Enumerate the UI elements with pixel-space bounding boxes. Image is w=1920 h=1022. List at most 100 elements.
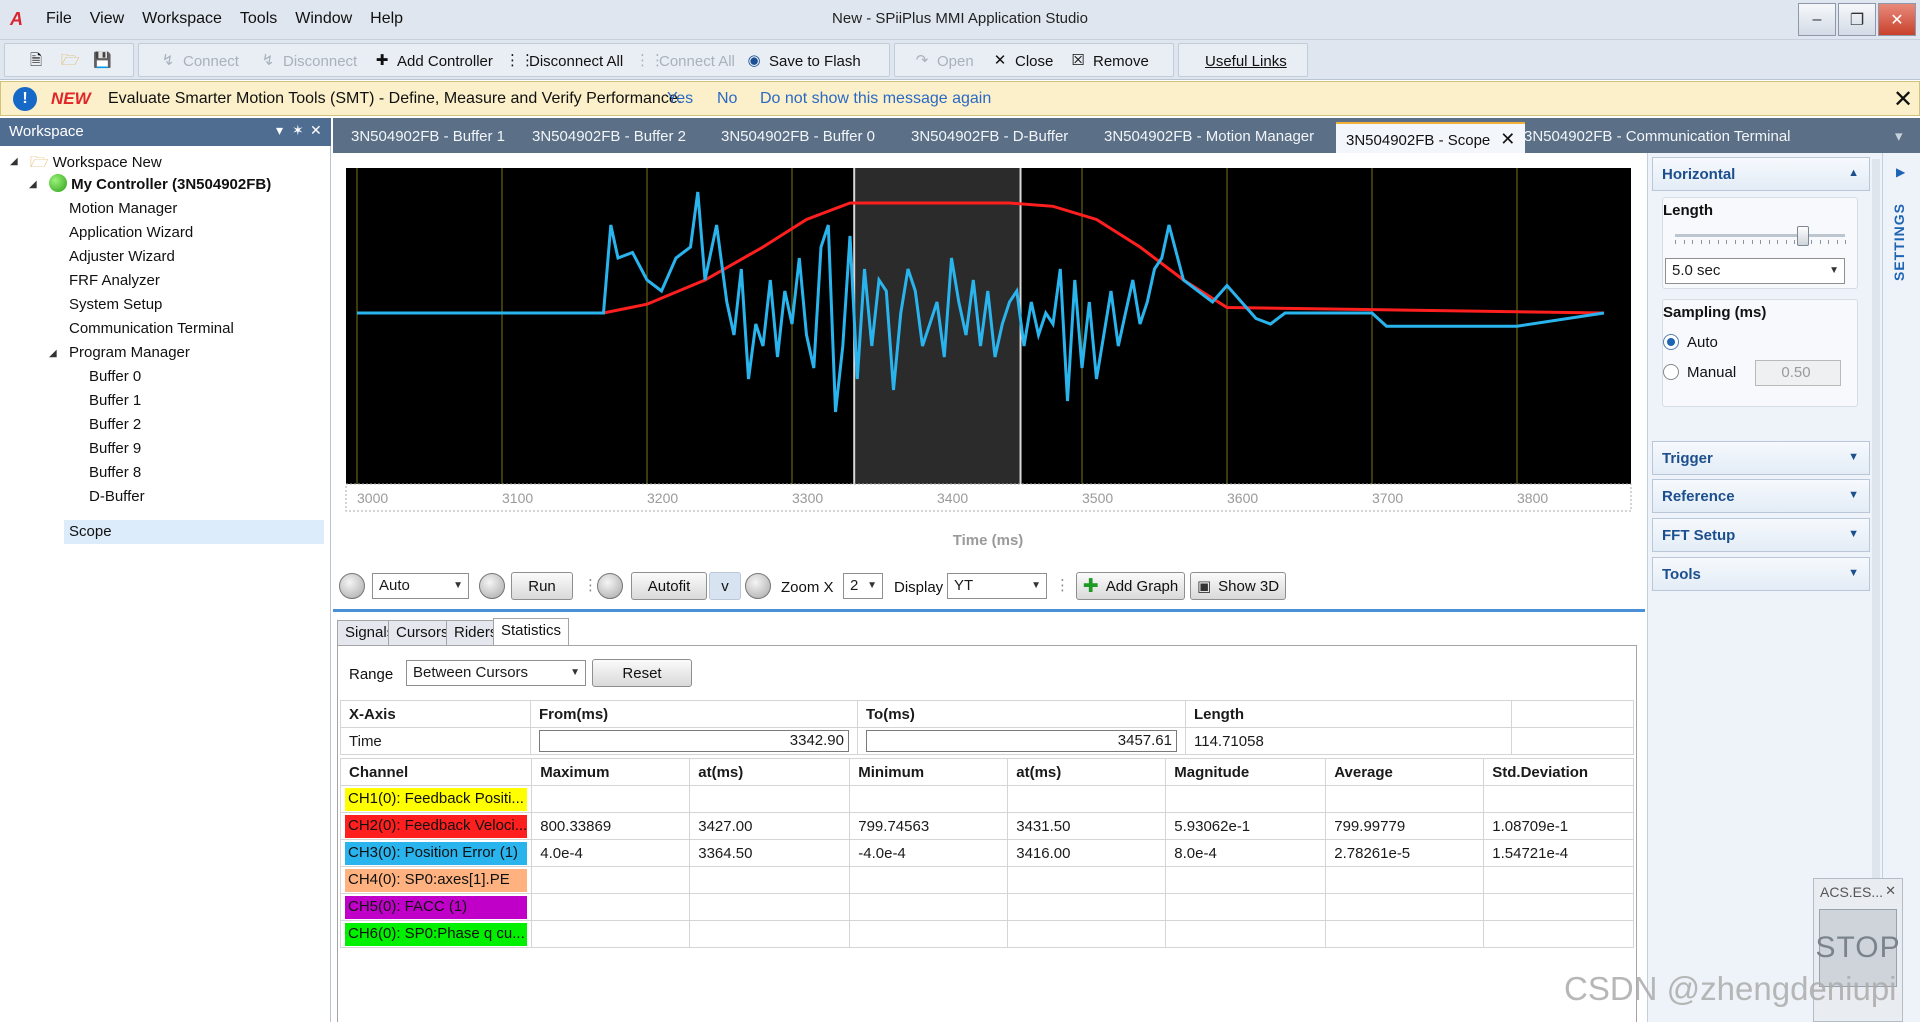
table-row[interactable]: CH2(0): Feedback Veloci... 800.33869 3427.… <box>339 812 1634 840</box>
new-button[interactable]: 🗎 <box>27 48 45 74</box>
pin-icon[interactable]: ✶ <box>292 122 304 139</box>
notification-yes-link[interactable]: Yes <box>667 90 693 108</box>
tree-item-frf-analyzer[interactable]: FRF Analyzer <box>69 272 160 289</box>
autofit-button[interactable]: Autofit <box>631 572 707 600</box>
indicator-button[interactable] <box>339 573 365 599</box>
tree-item-program-manager[interactable]: Program Manager <box>69 344 190 361</box>
collapse-arrow-icon[interactable]: ◢ <box>10 156 18 167</box>
channel-chip[interactable]: CH6(0): SP0:Phase q cu... <box>345 922 528 946</box>
channel-chip[interactable]: CH2(0): Feedback Veloci... <box>345 814 528 838</box>
connect-button[interactable]: ↯ Connect <box>159 48 239 74</box>
notification-close-icon[interactable]: ✕ <box>1893 85 1913 114</box>
menu-file[interactable]: File <box>46 10 72 28</box>
tabs-overflow-icon[interactable]: ▾ <box>1895 122 1903 153</box>
auto-radio[interactable] <box>1663 334 1679 350</box>
tree-item-buffer[interactable]: Buffer 1 <box>89 392 141 409</box>
collapse-arrow-icon[interactable]: ◢ <box>49 348 57 359</box>
tab-scope[interactable]: 3N504902FB - Scope ✕ <box>1336 122 1526 153</box>
close-button[interactable]: ✕ Close <box>991 48 1054 74</box>
menu-workspace[interactable]: Workspace <box>142 10 222 28</box>
zoom-x-select[interactable]: 2 ▼ <box>843 573 883 599</box>
tab-buffer-1[interactable]: 3N504902FB - Buffer 1 <box>341 122 515 153</box>
run-button[interactable]: Run <box>511 572 573 600</box>
restore-button[interactable]: ❐ <box>1838 3 1876 36</box>
save-button[interactable]: 💾 <box>93 48 112 74</box>
scope-chart[interactable]: 3000 3100 3200 3300 3400 3500 3600 3700 3800 Tim… <box>333 153 1645 565</box>
useful-links-button[interactable]: Useful Links <box>1205 48 1287 74</box>
tree-item-motion-manager[interactable]: Motion Manager <box>69 200 177 217</box>
tree-item-adjuster-wizard[interactable]: Adjuster Wizard <box>69 248 175 265</box>
table-row[interactable]: CH1(0): Feedback Positi... <box>339 785 1634 813</box>
tab-d-buffer[interactable]: 3N504902FB - D-Buffer <box>901 122 1078 153</box>
slider-thumb[interactable] <box>1796 226 1809 246</box>
trigger-section-header[interactable]: Trigger ▼ <box>1652 441 1870 475</box>
table-row[interactable]: CH4(0): SP0:axes[1].PE <box>339 866 1634 894</box>
collapse-arrow-icon[interactable]: ◢ <box>29 179 37 190</box>
dropdown-icon[interactable]: ▾ <box>276 122 283 139</box>
add-controller-button[interactable]: ✚ Add Controller <box>373 48 493 74</box>
run-indicator-button[interactable] <box>479 573 505 599</box>
tree-item-application-wizard[interactable]: Application Wizard <box>69 224 193 241</box>
channel-chip[interactable]: CH1(0): Feedback Positi... <box>345 787 528 811</box>
close-icon[interactable]: ✕ <box>1885 883 1896 899</box>
from-input[interactable]: 3342.90 <box>539 730 849 752</box>
table-row[interactable]: CH6(0): SP0:Phase q cu... <box>339 920 1634 948</box>
channel-chip[interactable]: CH3(0): Position Error (1) <box>345 841 528 865</box>
disconnect-button[interactable]: ↯ Disconnect <box>259 48 358 74</box>
tab-communication-terminal[interactable]: 3N504902FB - Communication Terminal <box>1514 122 1801 153</box>
notification-no-link[interactable]: No <box>717 90 737 108</box>
open-button[interactable]: ↷ Open <box>913 48 974 74</box>
do-not-show-link[interactable]: Do not show this message again <box>760 90 991 108</box>
settings-side-tab[interactable]: SETTINGS <box>1891 203 1907 281</box>
vertical-autofit-button[interactable]: v <box>709 572 741 600</box>
connect-all-button[interactable]: ⋮⋮ Connect All <box>635 48 735 74</box>
tree-item-communication-terminal[interactable]: Communication Terminal <box>69 320 234 337</box>
fft-setup-section-header[interactable]: FFT Setup ▼ <box>1652 518 1870 552</box>
channel-chip[interactable]: CH4(0): SP0:axes[1].PE <box>345 868 528 892</box>
tree-item-buffer[interactable]: Buffer 9 <box>89 440 141 457</box>
menu-view[interactable]: View <box>90 10 124 28</box>
reset-button[interactable]: Reset <box>592 659 692 687</box>
autofit-indicator-button[interactable] <box>597 573 623 599</box>
tab-buffer-0[interactable]: 3N504902FB - Buffer 0 <box>711 122 885 153</box>
display-select[interactable]: YT ▼ <box>947 573 1047 599</box>
manual-radio[interactable] <box>1663 364 1679 380</box>
length-slider[interactable] <box>1675 226 1846 246</box>
menu-tools[interactable]: Tools <box>240 10 277 28</box>
tree-item-d-buffer[interactable]: D-Buffer <box>89 488 145 505</box>
expand-arrow-icon[interactable]: ▶ <box>1896 165 1905 179</box>
remove-button[interactable]: ☒ Remove <box>1069 48 1149 74</box>
table-row[interactable]: CH3(0): Position Error (1) 4.0e-4 3364.50-… <box>339 839 1634 867</box>
tree-controller[interactable]: My Controller (3N504902FB) <box>49 174 271 193</box>
tree-item-buffer[interactable]: Buffer 0 <box>89 368 141 385</box>
tab-buffer-2[interactable]: 3N504902FB - Buffer 2 <box>522 122 696 153</box>
range-select[interactable]: Between Cursors ▼ <box>406 660 586 686</box>
channel-chip[interactable]: CH5(0): FACC (1) <box>345 895 528 919</box>
disconnect-all-button[interactable]: ⋮⋮ Disconnect All <box>505 48 623 74</box>
length-select[interactable]: 5.0 sec ▼ <box>1665 258 1845 284</box>
add-graph-button[interactable]: ✚ Add Graph <box>1076 572 1185 600</box>
zoom-indicator-button[interactable] <box>745 573 771 599</box>
reference-section-header[interactable]: Reference ▼ <box>1652 479 1870 513</box>
open-folder-button[interactable]: 🗁 <box>61 48 80 74</box>
manual-sampling-input[interactable]: 0.50 <box>1755 360 1841 386</box>
tree-item-scope[interactable]: Scope <box>64 520 324 544</box>
menu-window[interactable]: Window <box>295 10 352 28</box>
show-3d-button[interactable]: ▣ Show 3D <box>1190 572 1286 600</box>
to-input[interactable]: 3457.61 <box>866 730 1177 752</box>
tab-motion-manager[interactable]: 3N504902FB - Motion Manager <box>1094 122 1324 153</box>
tree-item-buffer[interactable]: Buffer 8 <box>89 464 141 481</box>
table-row[interactable]: CH5(0): FACC (1) <box>339 893 1634 921</box>
close-icon[interactable]: ✕ <box>310 122 322 139</box>
tab-statistics[interactable]: Statistics <box>493 618 570 645</box>
minimize-button[interactable]: – <box>1798 3 1836 36</box>
save-to-flash-button[interactable]: ◉ Save to Flash <box>745 48 860 74</box>
mode-select[interactable]: Auto ▼ <box>372 573 469 599</box>
cursor-region[interactable] <box>854 168 1021 484</box>
tools-section-header[interactable]: Tools ▼ <box>1652 557 1870 591</box>
tree-item-system-setup[interactable]: System Setup <box>69 296 162 313</box>
horizontal-section-header[interactable]: Horizontal ▲ <box>1652 157 1870 191</box>
menu-help[interactable]: Help <box>370 10 403 28</box>
window-close-button[interactable]: ✕ <box>1878 3 1916 36</box>
tree-item-buffer[interactable]: Buffer 2 <box>89 416 141 433</box>
